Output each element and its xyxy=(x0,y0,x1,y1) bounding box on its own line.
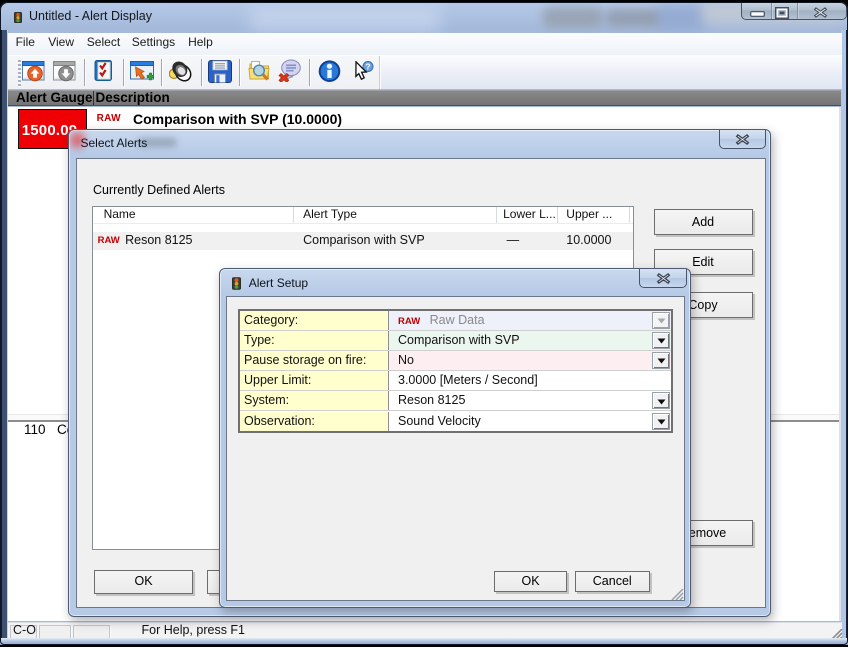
svg-text:?: ? xyxy=(365,61,370,71)
